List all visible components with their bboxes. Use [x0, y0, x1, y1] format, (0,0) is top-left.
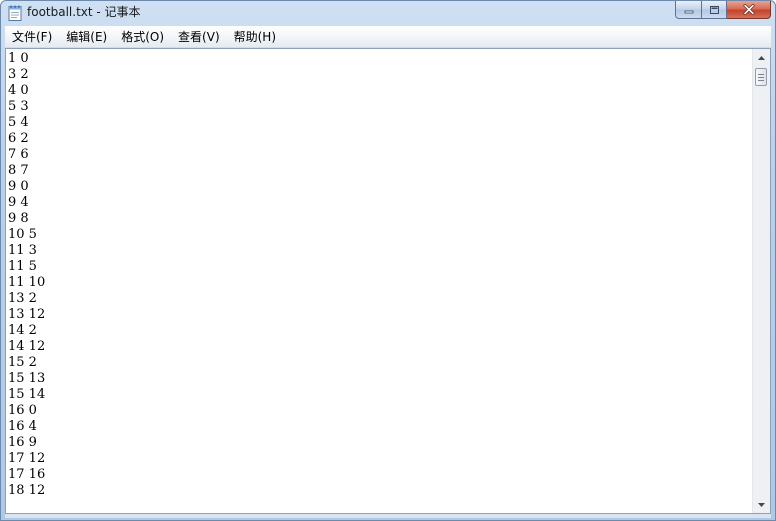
menu-format[interactable]: 格式(O) [114, 27, 171, 47]
scroll-up-button[interactable] [753, 49, 770, 66]
title-bar[interactable]: football.txt - 记事本 [1, 1, 775, 25]
arrow-up-icon [758, 55, 765, 60]
window-title: football.txt - 记事本 [27, 5, 141, 19]
menu-edit[interactable]: 编辑(E) [59, 27, 114, 47]
scroll-down-button[interactable] [753, 496, 770, 513]
text-line: 11 3 [8, 243, 37, 258]
text-line: 11 10 [8, 275, 46, 290]
text-editor[interactable]: 1 0 3 2 4 0 5 3 5 4 6 2 7 6 8 7 9 0 9 4 … [5, 48, 771, 514]
text-line: 5 4 [8, 115, 29, 130]
menu-view[interactable]: 查看(V) [171, 27, 227, 47]
text-line: 16 4 [8, 419, 37, 434]
maximize-button[interactable] [702, 1, 727, 19]
close-button[interactable] [727, 1, 771, 19]
text-line: 18 12 [8, 483, 46, 498]
notepad-window: football.txt - 记事本 文件(F) 编辑(E) 格式(O) 查看(… [0, 0, 776, 521]
minimize-icon [684, 10, 693, 13]
close-icon [743, 4, 754, 15]
scrollbar-thumb[interactable] [755, 68, 767, 86]
text-line: 6 2 [8, 131, 29, 146]
text-line: 15 2 [8, 355, 37, 370]
text-line: 11 5 [8, 259, 37, 274]
text-line: 14 12 [8, 339, 46, 354]
text-line: 7 6 [8, 147, 29, 162]
text-line: 9 8 [8, 211, 29, 226]
text-line: 15 13 [8, 371, 46, 386]
text-line: 4 0 [8, 83, 29, 98]
document-text[interactable]: 1 0 3 2 4 0 5 3 5 4 6 2 7 6 8 7 9 0 9 4 … [8, 51, 748, 499]
text-line: 15 14 [8, 387, 46, 402]
text-line: 14 2 [8, 323, 37, 338]
text-line: 13 12 [8, 307, 46, 322]
caption-buttons [675, 1, 771, 19]
text-line: 9 0 [8, 179, 29, 194]
grip-line [758, 76, 764, 78]
text-line: 13 2 [8, 291, 37, 306]
window-bottom-border [5, 514, 771, 518]
text-line: 17 16 [8, 467, 46, 482]
vertical-scrollbar[interactable] [752, 49, 770, 513]
maximize-icon [709, 5, 719, 14]
menu-file[interactable]: 文件(F) [5, 27, 59, 47]
minimize-button[interactable] [675, 1, 702, 19]
text-line: 16 9 [8, 435, 37, 450]
text-line: 9 4 [8, 195, 29, 210]
notepad-icon [8, 5, 22, 21]
text-line: 10 5 [8, 227, 37, 242]
grip-line [758, 79, 764, 81]
text-line: 8 7 [8, 163, 29, 178]
text-line: 3 2 [8, 67, 29, 82]
text-line: 16 0 [8, 403, 37, 418]
arrow-down-icon [758, 502, 765, 507]
menu-bar: 文件(F) 编辑(E) 格式(O) 查看(V) 帮助(H) [5, 26, 771, 48]
grip-line [758, 73, 764, 75]
text-line: 1 0 [8, 51, 29, 66]
text-line: 5 3 [8, 99, 29, 114]
menu-help[interactable]: 帮助(H) [227, 27, 283, 47]
text-line: 17 12 [8, 451, 46, 466]
